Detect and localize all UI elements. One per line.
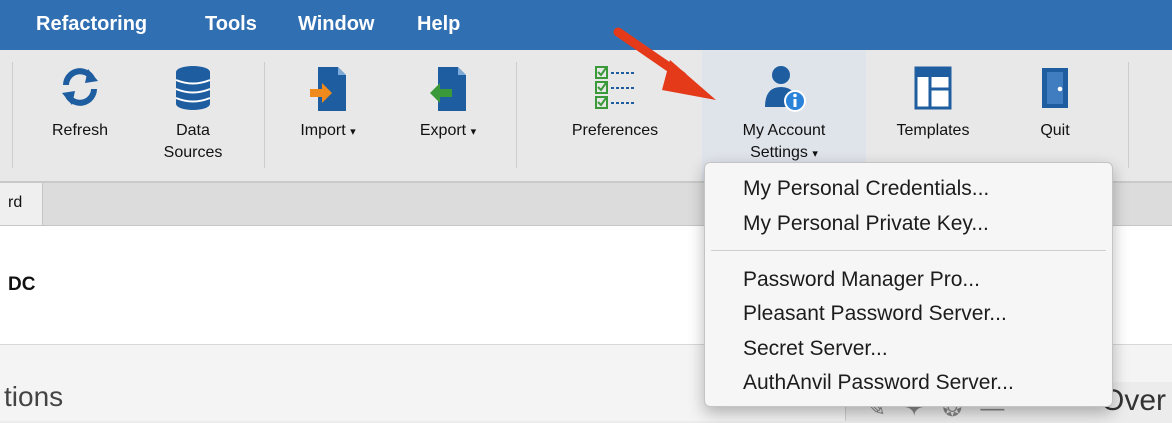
refresh-button[interactable]: Refresh — [30, 50, 130, 181]
my-account-label-line2: Settings — [750, 144, 808, 161]
export-label-text: Export — [419, 122, 467, 139]
import-label: Import ▾ — [278, 120, 378, 143]
data-sources-label-line1: Data — [176, 122, 210, 139]
red-arrow-icon — [612, 26, 722, 111]
menu-item-my-personal-credentials[interactable]: My Personal Credentials... — [743, 177, 989, 201]
menu-item-secret-server[interactable]: Secret Server... — [743, 337, 888, 361]
database-icon — [173, 65, 213, 116]
import-icon — [308, 65, 348, 118]
door-icon — [1038, 65, 1072, 116]
tab-partial[interactable]: rd — [0, 183, 43, 225]
data-sources-label-line2: Sources — [163, 144, 223, 161]
menu-refactoring[interactable]: Refactoring — [36, 13, 147, 36]
menu-window[interactable]: Window — [298, 13, 374, 36]
dc-label: DC — [8, 274, 36, 295]
export-icon — [428, 65, 468, 118]
refresh-label: Refresh — [51, 122, 109, 139]
templates-label: Templates — [896, 122, 970, 139]
menu-help[interactable]: Help — [417, 13, 460, 36]
import-label-text: Import — [300, 122, 346, 139]
import-button[interactable]: Import ▾ — [278, 50, 378, 181]
data-sources-button[interactable]: Data Sources — [143, 50, 243, 181]
data-sources-label: Data Sources — [143, 120, 243, 164]
chevron-down-icon: ▾ — [350, 126, 356, 138]
export-button[interactable]: Export ▾ — [398, 50, 498, 181]
user-info-icon — [761, 65, 807, 118]
my-account-settings-dropdown: My Personal Credentials... My Personal P… — [704, 162, 1113, 407]
preferences-label: Preferences — [571, 122, 659, 139]
toolbar-separator — [1128, 62, 1129, 168]
tab-partial-label: rd — [8, 194, 23, 211]
toolbar-separator — [264, 62, 265, 168]
menu-bar: Refactoring Tools Window Help — [0, 0, 1172, 50]
my-account-label-line1: My Account — [742, 122, 826, 139]
quit-label: Quit — [1040, 122, 1070, 139]
refresh-icon — [58, 65, 102, 114]
chevron-down-icon: ▾ — [470, 126, 477, 138]
chevron-down-icon: ▾ — [812, 148, 818, 160]
my-account-settings-label: My Account Settings ▾ — [702, 120, 866, 165]
toolbar-separator — [516, 62, 517, 168]
menu-item-password-manager-pro[interactable]: Password Manager Pro... — [743, 268, 980, 292]
menu-separator — [711, 250, 1106, 251]
toolbar-separator — [12, 62, 13, 168]
template-icon — [913, 65, 953, 116]
menu-item-pleasant-password-server[interactable]: Pleasant Password Server... — [743, 302, 1007, 326]
export-label: Export ▾ — [398, 120, 498, 143]
menu-item-authanvil-password-server[interactable]: AuthAnvil Password Server... — [743, 371, 1014, 395]
menu-item-my-personal-private-key[interactable]: My Personal Private Key... — [743, 212, 989, 236]
menu-tools[interactable]: Tools — [205, 13, 257, 36]
section-title: tions — [4, 381, 64, 412]
